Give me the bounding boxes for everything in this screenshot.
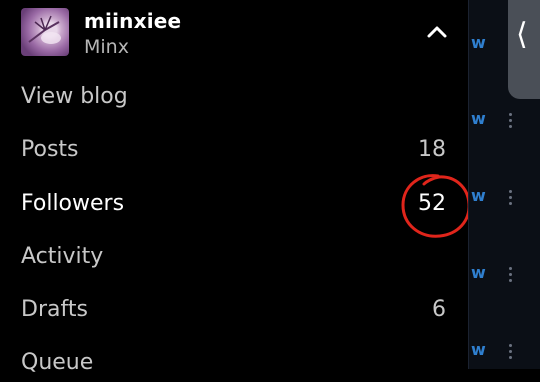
avatar-art-icon [28,15,61,44]
more-vertical-icon[interactable] [505,110,515,132]
menu-item-activity[interactable]: Activity [21,240,451,276]
more-vertical-icon[interactable] [505,264,515,286]
rail-letter: w [471,263,486,282]
more-vertical-icon[interactable] [505,341,515,363]
back-arrow-icon: ⟨ [516,17,528,52]
menu-item-view-blog[interactable]: View blog [21,80,451,116]
blog-title: Minx [84,36,129,58]
annotation-circle [401,174,471,238]
avatar [21,8,69,56]
back-button[interactable]: ⟨ [508,0,540,99]
menu-item-label: View blog [21,84,128,109]
rail-letter: w [471,340,486,359]
rail-letter: w [471,186,486,205]
rail-letter: w [471,109,486,128]
rail-divider [468,0,469,369]
menu-item-label: Activity [21,244,104,269]
menu-item-label: Drafts [21,297,88,322]
menu-item-queue[interactable]: Queue [21,346,451,382]
menu-item-label: Followers [21,191,125,216]
blog-username: miinxiee [84,9,182,33]
posts-count: 18 [418,137,446,162]
blog-header[interactable]: miinxiee Minx [21,8,451,58]
rail-letter: w [471,33,486,52]
chevron-up-icon[interactable] [425,20,449,44]
more-vertical-icon[interactable] [505,187,515,209]
drafts-count: 6 [432,297,446,322]
menu-item-drafts[interactable]: Drafts 6 [21,293,451,329]
menu-item-followers[interactable]: Followers 52 [21,187,451,223]
menu-item-label: Posts [21,137,79,162]
menu-item-posts[interactable]: Posts 18 [21,133,451,169]
account-menu-panel: miinxiee Minx View blog Posts 18 Followe… [0,0,471,375]
menu-item-label: Queue [21,350,94,375]
